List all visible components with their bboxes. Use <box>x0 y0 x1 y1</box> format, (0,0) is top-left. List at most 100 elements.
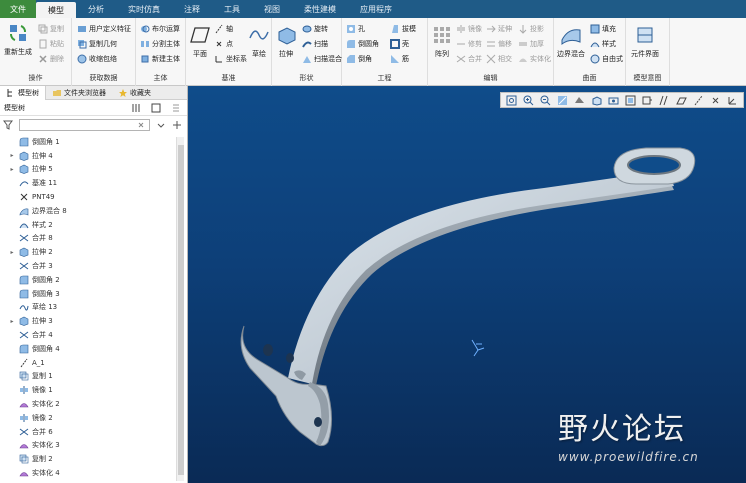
add-icon[interactable] <box>172 120 182 130</box>
tab-favorites[interactable]: 收藏夹 <box>112 86 157 100</box>
copy-button[interactable]: 复制 <box>38 23 64 35</box>
fill-button[interactable]: 填充 <box>590 23 616 35</box>
menu-applications[interactable]: 应用程序 <box>348 0 404 18</box>
search-input[interactable] <box>19 118 150 131</box>
menu-model[interactable]: 模型 <box>36 2 76 18</box>
filter-icon[interactable] <box>3 120 13 130</box>
axis-button[interactable]: 轴 <box>214 23 233 35</box>
tree-item[interactable]: 边界混合 8 <box>0 204 176 218</box>
tree-item[interactable]: 实体化 4 <box>0 466 176 480</box>
thicken-button[interactable]: 加厚 <box>518 38 544 50</box>
merge-icon <box>456 55 466 63</box>
tree-item[interactable]: 实体化 2 <box>0 397 176 411</box>
project-button[interactable]: 投影 <box>518 23 544 35</box>
new-body-button[interactable]: 新建主体 <box>140 53 180 65</box>
tree-item[interactable]: 倒圆角 3 <box>0 287 176 301</box>
tree-item[interactable]: 样式 2 <box>0 218 176 232</box>
menu-file[interactable]: 文件 <box>0 0 36 18</box>
tree-item[interactable]: 合并 3 <box>0 259 176 273</box>
tree-item[interactable]: 合并 6 <box>0 425 176 439</box>
split-body-button[interactable]: 分割主体 <box>140 38 180 50</box>
tree-item[interactable]: 镜像 2 <box>0 411 176 425</box>
show-options-icon[interactable] <box>151 103 161 113</box>
regenerate-button[interactable]: 重新生成 <box>4 22 32 57</box>
plane-button[interactable]: 平面 <box>189 24 211 59</box>
shell-button[interactable]: 壳 <box>390 38 409 50</box>
tree-item[interactable]: 倒圆角 4 <box>0 342 176 356</box>
swept-blend-button[interactable]: 扫描混合 <box>302 53 342 65</box>
menu-annotate[interactable]: 注释 <box>172 0 212 18</box>
revolve-button[interactable]: 旋转 <box>302 23 328 35</box>
menu-live-simulation[interactable]: 实时仿真 <box>116 0 172 18</box>
tree-item[interactable]: A_1 <box>0 356 176 370</box>
mirror-icon <box>457 25 465 33</box>
style-button[interactable]: 样式 <box>590 38 616 50</box>
expand-arrow-icon[interactable]: ▸ <box>8 318 16 325</box>
tree-item[interactable]: 倒圆角 1 <box>0 135 176 149</box>
menu-analysis[interactable]: 分析 <box>76 0 116 18</box>
round-button[interactable]: 倒圆角 <box>346 38 379 50</box>
expand-arrow-icon[interactable]: ▸ <box>8 249 16 256</box>
merge-button[interactable]: 合并 <box>456 53 482 65</box>
paste-button[interactable]: 粘贴 <box>38 38 64 50</box>
tree-item[interactable]: 基准 11 <box>0 176 176 190</box>
component-interface-button[interactable]: 元件界面 <box>631 24 659 59</box>
csys-button[interactable]: 坐标系 <box>214 53 247 65</box>
pattern-button[interactable]: 阵列 <box>431 24 453 59</box>
sketch-button[interactable]: 草绘 <box>248 24 270 59</box>
draft-button[interactable]: 拔模 <box>390 23 416 35</box>
menu-view[interactable]: 视图 <box>252 0 292 18</box>
chamfer-button[interactable]: 倒角 <box>346 53 372 65</box>
udf-button[interactable]: 用户定义特征 <box>77 23 131 35</box>
delete-button[interactable]: 删除 <box>38 53 64 65</box>
tree-item[interactable]: 复制 2 <box>0 452 176 466</box>
hole-button[interactable]: 孔 <box>346 23 365 35</box>
tree-item[interactable]: 倒圆角 2 <box>0 273 176 287</box>
extend-button[interactable]: 延伸 <box>486 23 512 35</box>
graphics-viewport[interactable]: 野火论坛 www.proewildfire.cn <box>188 86 746 483</box>
trim-button[interactable]: 修剪 <box>456 38 482 50</box>
scroll-thumb[interactable] <box>178 145 184 475</box>
mirror-icon <box>20 386 28 395</box>
tree-scrollbar[interactable] <box>176 137 184 481</box>
solidify-button[interactable]: 实体化 <box>518 53 551 65</box>
expand-arrow-icon[interactable]: ▸ <box>8 152 16 159</box>
intersect-icon <box>486 54 496 64</box>
shrinkwrap-icon <box>77 54 87 64</box>
tree-item[interactable]: 镜像 1 <box>0 383 176 397</box>
boundary-blend-button[interactable]: 边界混合 <box>557 24 585 59</box>
clear-search-icon[interactable] <box>136 120 146 130</box>
tree-item[interactable]: 草绘 13 <box>0 301 176 315</box>
point-button[interactable]: 点 <box>214 38 233 50</box>
tree-settings-icon[interactable] <box>131 103 141 113</box>
tree-item[interactable]: ▸ 拉伸 3 <box>0 314 176 328</box>
tree-item[interactable]: ▸ 拉伸 2 <box>0 245 176 259</box>
copy-geometry-button[interactable]: 复制几何 <box>77 38 117 50</box>
tree-item[interactable]: 实体化 3 <box>0 439 176 453</box>
tree-item[interactable]: ▸ 拉伸 5 <box>0 163 176 177</box>
sweep-button[interactable]: 扫描 <box>302 38 328 50</box>
tree-item[interactable]: 合并 8 <box>0 232 176 246</box>
extrude-button[interactable]: 拉伸 <box>275 24 297 59</box>
boolean-button[interactable]: 布尔运算 <box>140 23 180 35</box>
solidify-icon <box>19 472 29 477</box>
freestyle-button[interactable]: 自由式 <box>590 53 623 65</box>
tree-filter-options-icon[interactable] <box>171 103 181 113</box>
tree-item[interactable]: PNT49 <box>0 190 176 204</box>
expand-arrow-icon[interactable]: ▸ <box>8 166 16 173</box>
offset-button[interactable]: 偏移 <box>486 38 512 50</box>
menu-tools[interactable]: 工具 <box>212 0 252 18</box>
shrinkwrap-button[interactable]: 收缩包络 <box>77 53 117 65</box>
tab-model-tree[interactable]: 模型树 <box>0 85 46 100</box>
tree-item[interactable]: 合并 4 <box>0 328 176 342</box>
point-icon <box>20 193 28 201</box>
tree-item[interactable]: 复制 1 <box>0 370 176 384</box>
udf-icon <box>78 26 86 32</box>
mirror-button[interactable]: 镜像 <box>456 23 482 35</box>
chevron-down-icon[interactable] <box>156 120 166 130</box>
tree-item[interactable]: ▸ 拉伸 4 <box>0 149 176 163</box>
menu-flexible-modeling[interactable]: 柔性建模 <box>292 0 348 18</box>
intersect-button[interactable]: 相交 <box>486 53 512 65</box>
rib-button[interactable]: 筋 <box>390 53 409 65</box>
tab-folder-browser[interactable]: 文件夹浏览器 <box>46 86 112 100</box>
